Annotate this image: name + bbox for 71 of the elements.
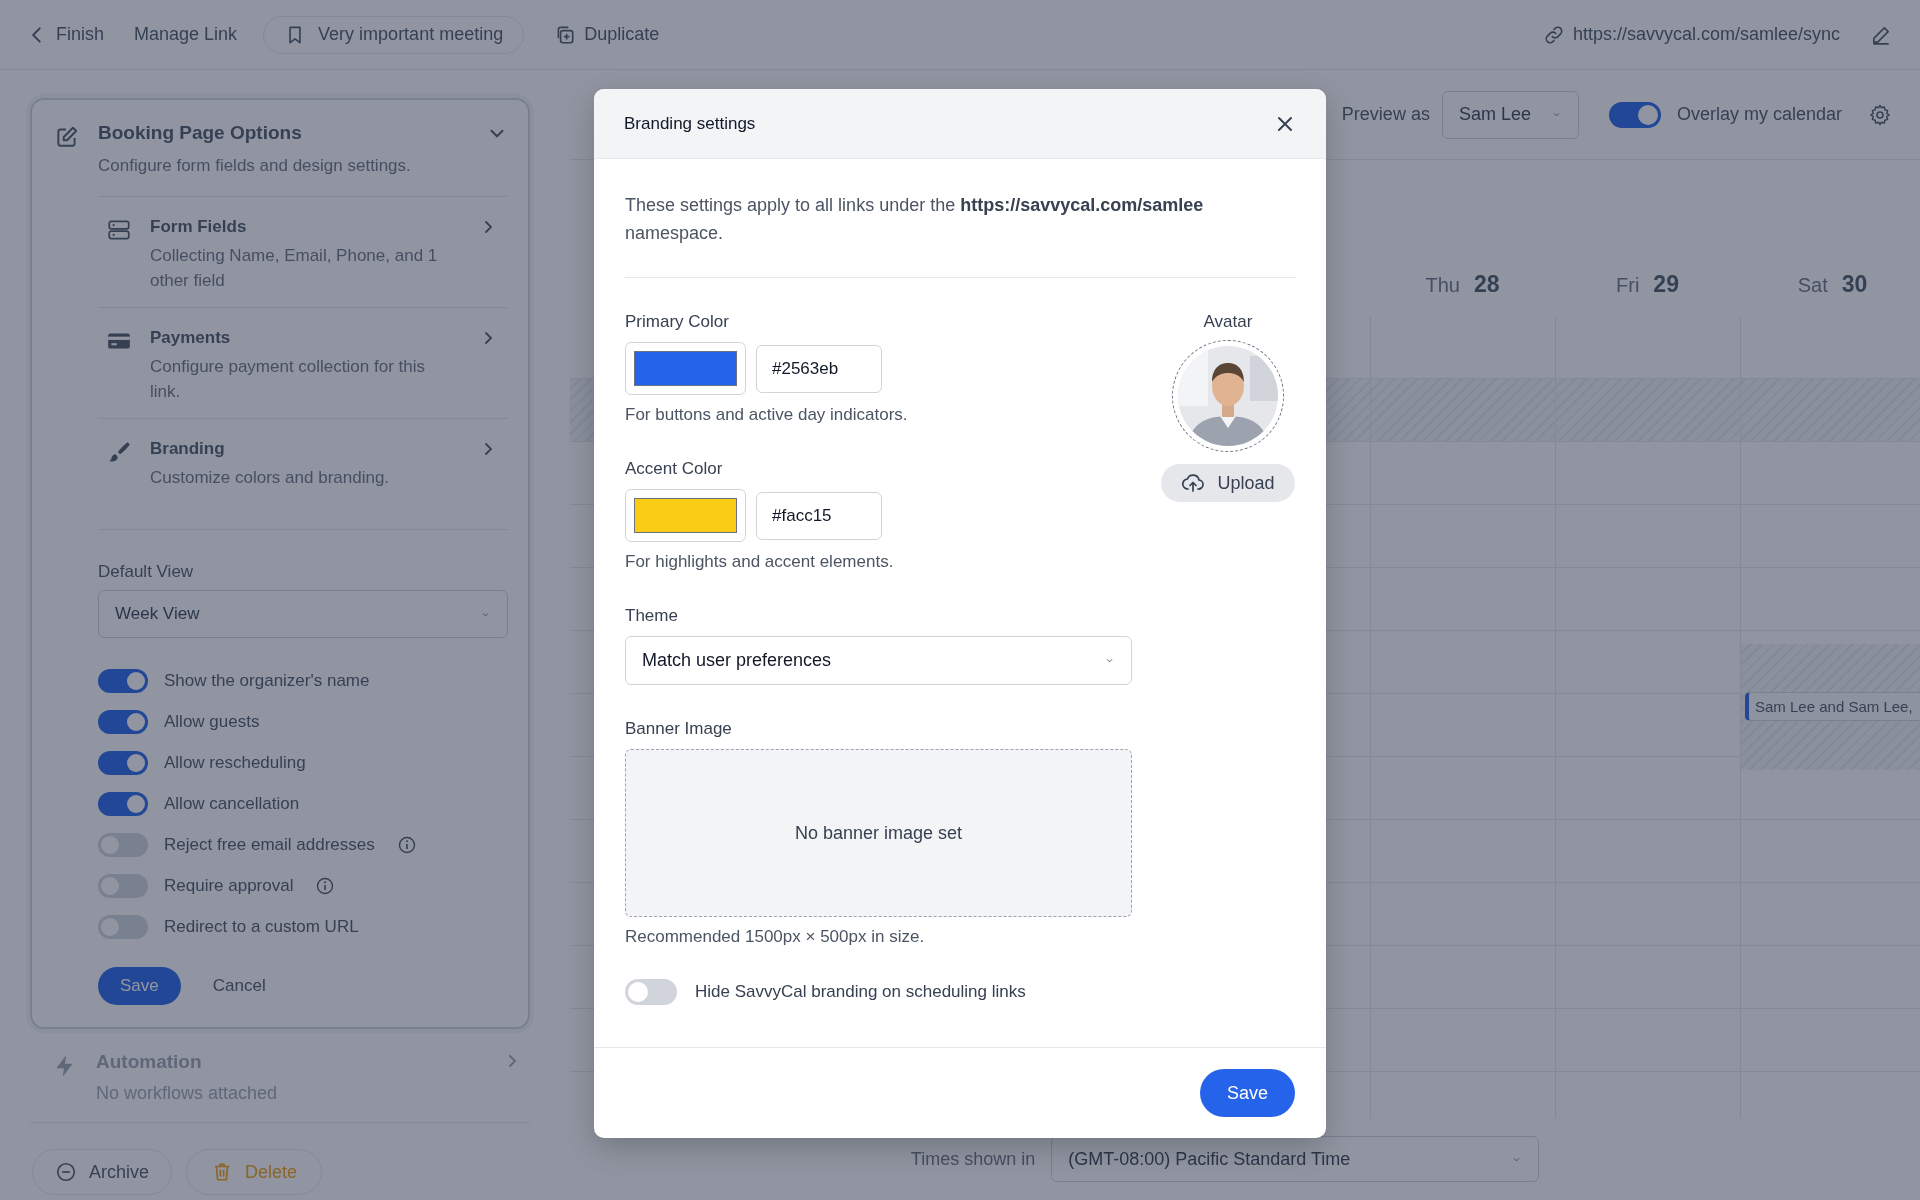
card-subtitle: Configure form fields and design settings. bbox=[98, 156, 412, 176]
section-title: Branding bbox=[150, 439, 226, 459]
preview-select[interactable]: Sam Lee bbox=[1441, 90, 1579, 139]
stack-icon bbox=[106, 217, 132, 243]
link-icon bbox=[1542, 23, 1565, 46]
day-date: 28 bbox=[1473, 271, 1500, 298]
settings-icon[interactable] bbox=[1868, 102, 1892, 127]
minus-circle-icon bbox=[55, 1161, 77, 1183]
toggle-label: Allow guests bbox=[164, 711, 260, 732]
meeting-name-button[interactable]: Very important meeting bbox=[263, 15, 525, 54]
field-label: Banner Image bbox=[625, 719, 733, 739]
timezone-label: Times shown in bbox=[910, 1148, 1036, 1170]
toggle-label: Allow cancellation bbox=[164, 793, 300, 814]
color-picker-button[interactable] bbox=[625, 489, 746, 542]
save-button[interactable]: Save bbox=[1199, 1069, 1295, 1117]
hex-input-field[interactable]: #facc15 bbox=[756, 491, 882, 540]
day-name: Fri bbox=[1616, 274, 1640, 297]
field-label: Avatar bbox=[1203, 312, 1253, 332]
field-label: Primary Color bbox=[625, 312, 730, 332]
toggle-label: Overlay my calendar bbox=[1676, 104, 1842, 125]
card-title: Booking Page Options bbox=[98, 122, 303, 144]
toggle-switch[interactable] bbox=[1608, 101, 1661, 128]
settings-section-item[interactable]: Branding Customize colors and branding. bbox=[98, 419, 508, 530]
info-icon[interactable] bbox=[315, 875, 336, 896]
upload-button[interactable]: Upload bbox=[1161, 464, 1295, 502]
cancel-button[interactable]: Cancel bbox=[212, 976, 266, 996]
dialog-title: Branding settings bbox=[624, 113, 756, 134]
duplicate-button[interactable]: Duplicate bbox=[554, 23, 660, 46]
banner-dropzone[interactable]: No banner image set bbox=[625, 749, 1132, 917]
field-label: Accent Color bbox=[625, 459, 724, 479]
day-date: 29 bbox=[1653, 271, 1679, 298]
save-button[interactable]: Save bbox=[98, 967, 181, 1005]
toggle-label: Allow rescheduling bbox=[164, 752, 306, 773]
toggle-label: Reject free email addresses bbox=[164, 834, 375, 855]
back-link[interactable]: Finish bbox=[26, 23, 104, 46]
theme-select[interactable]: Match user preferences bbox=[625, 636, 1132, 685]
settings-section-item[interactable]: Form Fields Collecting Name, Email, Phone, and 1 other field bbox=[98, 197, 508, 308]
toggle-label: Require approval bbox=[164, 875, 294, 896]
section-description: Customize colors and branding. bbox=[150, 467, 391, 489]
hint-text: For buttons and active day indicators. bbox=[625, 405, 909, 425]
hint-text: For highlights and accent elements. bbox=[625, 552, 895, 572]
default-view-select[interactable]: Week View bbox=[98, 590, 508, 638]
section-description: Configure payment collection for this link. bbox=[150, 356, 426, 403]
field-label: Default View bbox=[98, 562, 195, 582]
color-picker-button[interactable] bbox=[625, 342, 746, 395]
calendar-event[interactable]: Sam Lee and Sam Lee, bbox=[1745, 692, 1920, 721]
toggle-switch[interactable] bbox=[625, 979, 677, 1005]
toggle-switch[interactable] bbox=[98, 709, 148, 734]
toggle-switch[interactable] bbox=[98, 791, 148, 816]
toggle-label: Show the organizer's name bbox=[164, 670, 370, 691]
hint-text: Recommended 1500px × 500px in size. bbox=[625, 927, 926, 947]
toggle-label: Hide SavvyCal branding on scheduling links bbox=[695, 982, 1026, 1002]
toggle-switch[interactable] bbox=[98, 668, 148, 693]
toggle-switch[interactable] bbox=[98, 750, 148, 775]
section-description: Collecting Name, Email, Phone, and 1 other field bbox=[150, 245, 439, 292]
toggle-label: Redirect to a custom URL bbox=[164, 916, 359, 937]
cloud-upload-icon bbox=[1181, 471, 1206, 495]
info-icon[interactable] bbox=[396, 834, 417, 855]
manage-link[interactable]: Manage Link bbox=[134, 24, 238, 45]
field-label: Theme bbox=[625, 606, 679, 626]
hex-input-field[interactable]: #2563eb bbox=[756, 344, 882, 393]
day-date: 30 bbox=[1841, 271, 1868, 298]
section-title: Form Fields bbox=[150, 217, 248, 237]
preview-label: Preview as bbox=[1341, 104, 1430, 125]
day-name: Sat bbox=[1797, 274, 1828, 297]
day-name: Thu bbox=[1425, 274, 1460, 297]
archive-button[interactable]: Archive bbox=[32, 1149, 173, 1195]
intro-text: These settings apply to all links under the https://savvycal.com/samlee namespace. bbox=[625, 191, 1296, 278]
section-title: Payments bbox=[150, 328, 232, 348]
booking-url-link[interactable]: https://savvycal.com/samlee/sync bbox=[1542, 23, 1840, 46]
settings-section-item[interactable]: Payments Configure payment collection for this link. bbox=[98, 308, 508, 419]
